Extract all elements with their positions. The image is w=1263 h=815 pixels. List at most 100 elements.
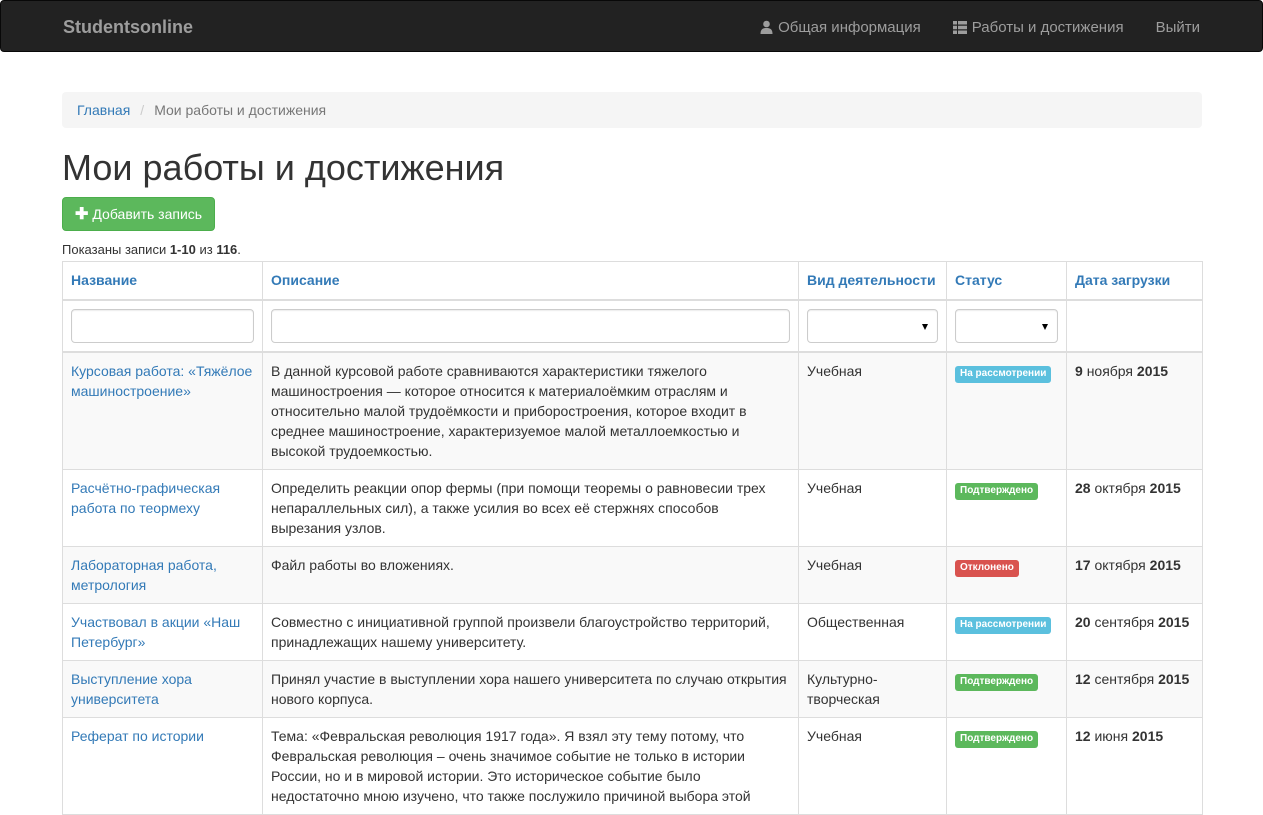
date-day: 12 xyxy=(1075,670,1091,687)
nav-general-info[interactable]: Общая информация xyxy=(760,19,921,36)
date-year: 2015 xyxy=(1149,556,1181,573)
work-activity: Культурно-творческая xyxy=(798,659,947,718)
work-activity: Учебная xyxy=(798,468,947,547)
work-title-link[interactable]: Курсовая работа: «Тяжёлое машиностроение… xyxy=(71,363,252,399)
date-month: июня xyxy=(1094,727,1129,744)
date-month: октября xyxy=(1094,479,1146,496)
sort-activity-link[interactable]: Вид деятельности xyxy=(807,272,936,288)
status-badge: Отклонено xyxy=(955,559,1019,577)
brand-logo[interactable]: Studentsonline xyxy=(63,1,193,53)
work-description: Совместно с инициативной группой произве… xyxy=(262,602,799,661)
sort-description-link[interactable]: Описание xyxy=(271,272,340,288)
breadcrumb: Главная / Мои работы и достижения xyxy=(62,92,1202,128)
table-row: Расчётно-графическая работа по теормеху … xyxy=(62,468,1203,547)
sort-title-link[interactable]: Название xyxy=(71,272,137,288)
date-day: 9 xyxy=(1075,362,1083,379)
work-title-link[interactable]: Реферат по истории xyxy=(71,728,204,744)
work-description: Тема: «Февральская революция 1917 года».… xyxy=(262,716,799,815)
top-navbar: Studentsonline Общая информация Работы и… xyxy=(0,0,1263,52)
sort-date-link[interactable]: Дата загрузки xyxy=(1075,272,1170,288)
nav-works-label: Работы и достижения xyxy=(971,18,1124,36)
work-description: Файл работы во вложениях. xyxy=(262,545,799,604)
upload-date: 12 июня 2015 xyxy=(1066,716,1203,815)
status-badge: Подтверждено xyxy=(955,482,1039,500)
upload-date: 28 октября 2015 xyxy=(1066,468,1203,547)
user-icon xyxy=(760,20,773,34)
add-record-button[interactable]: ✚ Добавить запись xyxy=(62,197,216,231)
upload-date: 12 сентября 2015 xyxy=(1066,659,1203,718)
works-table: Название Описание Вид деятельности Стату… xyxy=(62,261,1203,815)
table-row: Лабораторная работа, метрология Файл раб… xyxy=(62,545,1203,604)
filter-cell-title xyxy=(62,299,263,353)
date-day: 28 xyxy=(1075,479,1091,496)
work-description: Определить реакции опор фермы (при помощ… xyxy=(262,468,799,547)
summary-middle: из xyxy=(195,242,217,257)
work-title-link[interactable]: Расчётно-графическая работа по теормеху xyxy=(71,480,220,516)
nav-logout[interactable]: Выйти xyxy=(1156,19,1200,36)
table-row: Реферат по истории Тема: «Февральская ре… xyxy=(62,716,1203,815)
date-year: 2015 xyxy=(1158,670,1190,687)
work-activity: Учебная xyxy=(798,545,947,604)
page-title: Мои работы и достижения xyxy=(62,147,505,188)
records-summary: Показаны записи 1-10 из 116. xyxy=(62,242,241,257)
upload-date: 9 ноября 2015 xyxy=(1066,351,1203,470)
date-day: 20 xyxy=(1075,613,1091,630)
nav-logout-label: Выйти xyxy=(1155,18,1200,36)
upload-date: 20 сентября 2015 xyxy=(1066,602,1203,661)
date-day: 12 xyxy=(1075,727,1091,744)
work-activity: Общественная xyxy=(798,602,947,661)
work-title-link[interactable]: Участвовал в акции «Наш Петербург» xyxy=(71,614,240,650)
nav-links: Общая информация Работы и достижения Вый… xyxy=(728,1,1200,53)
filter-cell-date xyxy=(1066,299,1203,353)
breadcrumb-home[interactable]: Главная xyxy=(77,102,130,118)
work-description: В данной курсовой работе сравниваются ха… xyxy=(262,351,799,470)
date-year: 2015 xyxy=(1132,727,1164,744)
column-header-status: Статус xyxy=(946,261,1067,301)
date-year: 2015 xyxy=(1158,613,1190,630)
work-description: Принял участие в выступлении хора нашего… xyxy=(262,659,799,718)
summary-range: 1-10 xyxy=(169,242,196,257)
date-month: октября xyxy=(1094,556,1146,573)
column-header-title: Название xyxy=(62,261,263,301)
filter-cell-activity xyxy=(798,299,947,353)
sort-status-link[interactable]: Статус xyxy=(955,272,1002,288)
column-header-activity: Вид деятельности xyxy=(798,261,947,301)
date-month: ноября xyxy=(1086,362,1134,379)
add-record-label: Добавить запись xyxy=(92,206,203,222)
filter-cell-description xyxy=(262,299,799,353)
table-row: Курсовая работа: «Тяжёлое машиностроение… xyxy=(62,351,1203,470)
work-title-link[interactable]: Выступление хора университета xyxy=(71,671,192,707)
column-header-date: Дата загрузки xyxy=(1066,261,1203,301)
table-row: Выступление хора университета Принял уча… xyxy=(62,659,1203,718)
status-badge: На рассмотрении xyxy=(955,365,1052,383)
status-badge: На рассмотрении xyxy=(955,616,1052,634)
breadcrumb-current: Мои работы и достижения xyxy=(154,102,327,118)
nav-works[interactable]: Работы и достижения xyxy=(952,18,1124,36)
summary-suffix: . xyxy=(237,242,241,257)
date-year: 2015 xyxy=(1136,362,1169,379)
filter-title-input[interactable] xyxy=(71,308,254,343)
filter-status-select[interactable] xyxy=(955,308,1058,343)
work-title-link[interactable]: Лабораторная работа, метрология xyxy=(71,557,217,593)
column-header-description: Описание xyxy=(262,261,799,301)
date-month: сентября xyxy=(1094,670,1155,687)
status-badge: Подтверждено xyxy=(955,673,1039,691)
nav-general-info-label: Общая информация xyxy=(778,18,921,36)
table-row: Участвовал в акции «Наш Петербург» Совме… xyxy=(62,602,1203,661)
summary-total: 116 xyxy=(216,242,238,257)
filter-activity-select[interactable] xyxy=(807,308,938,343)
list-icon xyxy=(952,20,967,34)
filter-cell-status xyxy=(946,299,1067,353)
plus-icon: ✚ xyxy=(75,206,89,223)
date-year: 2015 xyxy=(1149,479,1181,496)
date-day: 17 xyxy=(1075,556,1091,573)
work-activity: Учебная xyxy=(798,716,947,815)
summary-prefix: Показаны записи xyxy=(62,242,170,257)
filter-description-input[interactable] xyxy=(271,308,790,343)
status-badge: Подтверждено xyxy=(955,730,1039,748)
date-month: сентября xyxy=(1094,613,1155,630)
caret-down-icon xyxy=(922,323,928,330)
work-activity: Учебная xyxy=(798,351,947,470)
upload-date: 17 октября 2015 xyxy=(1066,545,1203,604)
breadcrumb-separator: / xyxy=(140,102,145,118)
